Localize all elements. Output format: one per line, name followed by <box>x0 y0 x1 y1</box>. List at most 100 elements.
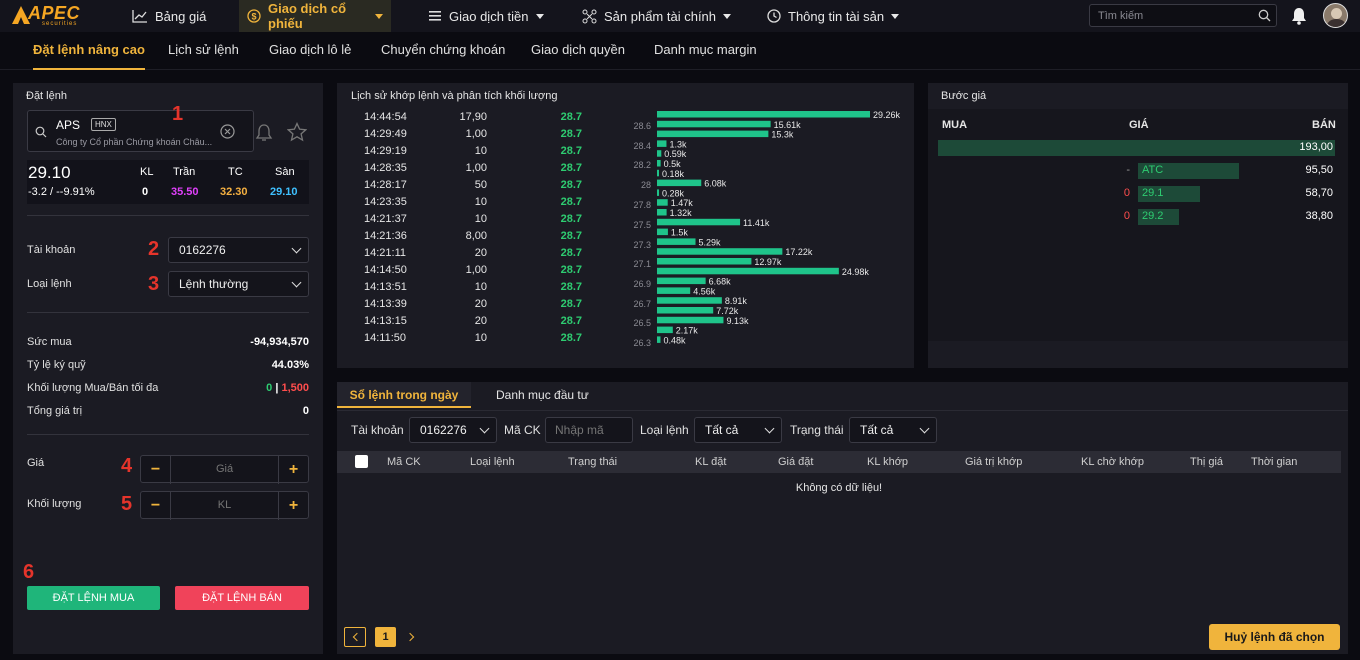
price-plus-button[interactable]: + <box>278 456 308 484</box>
search-icon[interactable] <box>1258 9 1271 22</box>
buy-button[interactable]: ĐẶT LỆNH MUA <box>27 586 160 610</box>
volume-bar <box>657 199 668 206</box>
trade-volume: 8,00 <box>465 230 487 242</box>
trade-time: 14:13:15 <box>364 315 407 327</box>
bell-icon[interactable] <box>1291 7 1307 25</box>
volume-bar <box>657 209 667 216</box>
qty-minus-button[interactable]: − <box>141 492 171 520</box>
trade-time: 14:11:50 <box>364 332 407 344</box>
tab-chuyen-chung-khoan[interactable]: Chuyển chứng khoán <box>381 32 505 70</box>
account-select[interactable]: 0162276 <box>168 237 309 263</box>
san-value: 29.10 <box>270 186 298 198</box>
search-input[interactable] <box>1098 8 1248 24</box>
filter-ma-ck-input[interactable] <box>545 417 633 443</box>
chevron-right-icon <box>405 632 415 642</box>
volume-bar-label: 0.5k <box>664 159 682 169</box>
select-all-checkbox[interactable] <box>355 455 368 468</box>
tab-danh-muc-margin[interactable]: Danh mục margin <box>654 32 757 70</box>
tab-giao-dich-lo-le[interactable]: Giao dịch lô lẻ <box>269 32 351 70</box>
page-number[interactable]: 1 <box>375 627 396 647</box>
trade-row: 14:21:36 8,00 28.7 <box>337 228 617 245</box>
volume-bar-label: 15.3k <box>771 130 794 140</box>
chart-line-icon <box>132 10 147 23</box>
network-icon <box>582 9 597 23</box>
symbol-search-box[interactable]: APS HNX Công ty Cổ phần Chứng khoán Châu… <box>27 110 254 152</box>
order-type-select[interactable]: Lệnh thường <box>168 271 309 297</box>
avatar[interactable] <box>1323 3 1348 28</box>
star-icon[interactable] <box>287 122 307 142</box>
trade-row: 14:11:50 10 28.7 <box>337 330 617 347</box>
chevron-down-icon <box>764 423 775 433</box>
trade-volume: 10 <box>474 332 487 344</box>
divider <box>27 434 309 435</box>
volume-bar <box>657 189 660 196</box>
tab-danh-muc-dau-tu[interactable]: Danh mục đầu tư <box>496 382 589 408</box>
price-tick-label: 28.2 <box>633 160 651 170</box>
clear-icon[interactable] <box>220 124 235 139</box>
volume-bar <box>657 111 870 118</box>
volume-bar <box>657 287 691 294</box>
col-sell-header: BÁN <box>1312 119 1336 131</box>
search-icon <box>35 126 47 138</box>
next-page-button[interactable] <box>405 631 417 643</box>
nav-san-pham-tai-chinh[interactable]: Sản phẩm tài chính <box>574 0 739 32</box>
qty-label: Khối lượng <box>27 498 82 510</box>
trade-time: 14:21:36 <box>364 230 407 242</box>
list-icon <box>429 11 441 21</box>
filter-status-select[interactable]: Tất cả <box>849 417 937 443</box>
tab-lich-su-lenh[interactable]: Lịch sử lệnh <box>168 32 239 70</box>
cancel-selected-button[interactable]: Huỷ lệnh đã chọn <box>1209 624 1340 650</box>
caret-down-icon <box>891 13 900 19</box>
sell-button[interactable]: ĐẶT LỆNH BÁN <box>175 586 309 610</box>
volume-bar-label: 1.32k <box>670 208 693 218</box>
trade-price: 28.7 <box>560 196 582 208</box>
col-price-header: GIÁ <box>1129 119 1149 131</box>
volume-bar-label: 12.97k <box>754 257 782 267</box>
trade-volume: 1,00 <box>465 162 487 174</box>
nav-label: Thông tin tài sản <box>788 8 885 24</box>
nav-label: Giao dịch cổ phiếu <box>268 1 347 31</box>
trade-price: 28.7 <box>560 332 582 344</box>
price-input[interactable] <box>171 456 278 482</box>
trade-price: 28.7 <box>560 111 582 123</box>
dollar-coin-icon: $ <box>247 9 261 23</box>
depth-row: 0 29.1 58,70 <box>928 184 1348 207</box>
volume-bar-label: 2.17k <box>676 326 699 336</box>
chevron-left-icon <box>352 632 361 642</box>
divider <box>337 410 1348 411</box>
qty-input[interactable] <box>171 492 278 518</box>
nav-thong-tin-tai-san[interactable]: Thông tin tài sản <box>759 0 907 32</box>
price-depth-panel: Bước giá MUA GIÁ BÁN 193,00 - ATC 95,50 0 29.… <box>928 83 1348 368</box>
apec-logo[interactable]: APEC securities <box>8 2 100 30</box>
total-value: 0 <box>302 405 309 417</box>
volume-bar-label: 6.08k <box>704 179 727 189</box>
nav-giao-dich-co-phieu[interactable]: $ Giao dịch cổ phiếu <box>239 0 391 32</box>
trade-price: 28.7 <box>560 213 582 225</box>
qty-plus-button[interactable]: + <box>278 492 308 520</box>
depth-row: - ATC 95,50 <box>928 161 1348 184</box>
max-volume-label: Khối lượng Mua/Bán tối đa <box>27 382 159 394</box>
sub-navbar: Đặt lệnh nâng cao Lịch sử lệnh Giao dịch… <box>0 32 1360 70</box>
trade-history-panel: Lịch sử khớp lệnh và phân tích khối lượn… <box>337 83 914 368</box>
trade-price: 28.7 <box>560 298 582 310</box>
nav-giao-dich-tien[interactable]: Giao dịch tiền <box>420 0 552 32</box>
table-header: Mã CK Loại lệnh Trạng thái KL đặt Giá đặ… <box>337 451 1341 473</box>
volume-bar-label: 24.98k <box>842 267 870 277</box>
san-label: Sàn <box>275 166 295 178</box>
filter-account-select[interactable]: 0162276 <box>409 417 497 443</box>
trade-volume: 17,90 <box>459 111 487 123</box>
nav-bang-gia[interactable]: Bảng giá <box>124 0 214 32</box>
tab-dat-lenh-nang-cao[interactable]: Đặt lệnh nâng cao <box>33 32 145 70</box>
price-minus-button[interactable]: − <box>141 456 171 484</box>
prev-page-button[interactable] <box>344 627 366 647</box>
volume-bar-label: 0.18k <box>662 169 685 179</box>
price-tick-label: 27.1 <box>633 259 651 269</box>
tab-giao-dich-quyen[interactable]: Giao dịch quyền <box>531 32 625 70</box>
tab-so-lenh-trong-ngay[interactable]: Sổ lệnh trong ngày <box>337 382 471 408</box>
volume-bar <box>657 160 661 167</box>
bell-outline-icon[interactable] <box>255 123 273 142</box>
filter-type-select[interactable]: Tất cả <box>694 417 782 443</box>
trade-row: 14:29:19 10 28.7 <box>337 143 617 160</box>
max-volume-value: 0 | 1,500 <box>213 382 309 394</box>
trade-volume: 20 <box>474 315 487 327</box>
